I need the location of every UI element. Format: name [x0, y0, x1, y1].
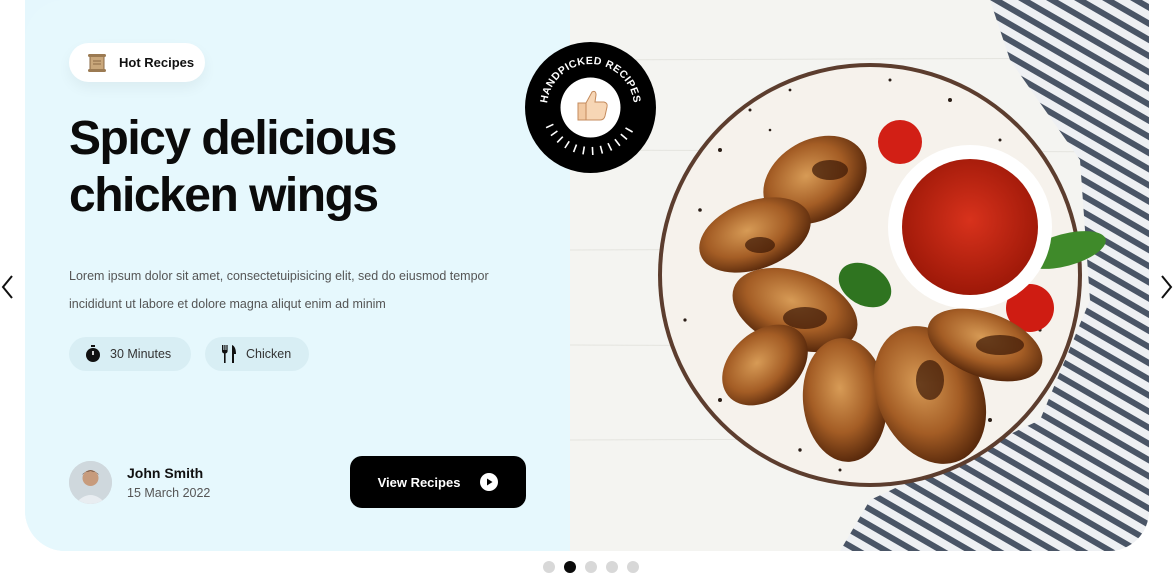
category-label: Chicken	[246, 347, 292, 361]
author-text: John Smith 15 March 2022	[127, 465, 210, 500]
view-recipes-button[interactable]: View Recipes	[350, 456, 526, 508]
cook-time-label: 30 Minutes	[110, 347, 172, 361]
handpicked-stamp: HANDPICKED RECIPES	[525, 42, 656, 173]
view-recipes-label: View Recipes	[377, 474, 461, 490]
carousel-dot-1[interactable]	[543, 561, 555, 573]
carousel-dot-3[interactable]	[585, 561, 597, 573]
previous-slide-arrow-icon[interactable]	[0, 272, 16, 302]
carousel-dot-5[interactable]	[627, 561, 639, 573]
carousel-dot-2[interactable]	[564, 561, 576, 573]
title-line-1: Spicy delicious	[69, 112, 397, 165]
scroll-icon	[88, 53, 106, 72]
play-icon	[480, 473, 499, 491]
next-slide-arrow-icon[interactable]	[1158, 272, 1174, 302]
description-line-2: incididunt ut labore et dolore magna ali…	[69, 297, 386, 311]
carousel-pagination	[543, 561, 648, 573]
badge-label: Hot Recipes	[119, 55, 195, 70]
title-line-2: chicken wings	[69, 169, 379, 222]
timer-icon	[86, 345, 100, 362]
publish-date: 15 March 2022	[127, 486, 211, 500]
category-chip: Chicken	[205, 337, 309, 371]
avatar	[69, 461, 112, 504]
author-photo	[69, 461, 112, 504]
recipe-description: Lorem ipsum dolor sit amet, consectetuip…	[69, 262, 519, 318]
author-info: John Smith 15 March 2022	[69, 461, 210, 504]
chicken-wings-photo	[570, 0, 1149, 551]
description-line-1: Lorem ipsum dolor sit amet, consectetuip…	[69, 269, 489, 283]
author-name: John Smith	[127, 465, 204, 481]
fork-knife-icon	[222, 345, 236, 363]
cook-time-chip: 30 Minutes	[69, 337, 191, 371]
recipe-title: Spicy delicious chicken wings	[69, 110, 509, 224]
carousel-dot-4[interactable]	[606, 561, 618, 573]
hot-recipes-badge: Hot Recipes	[69, 43, 205, 82]
hero-image	[570, 0, 1149, 551]
